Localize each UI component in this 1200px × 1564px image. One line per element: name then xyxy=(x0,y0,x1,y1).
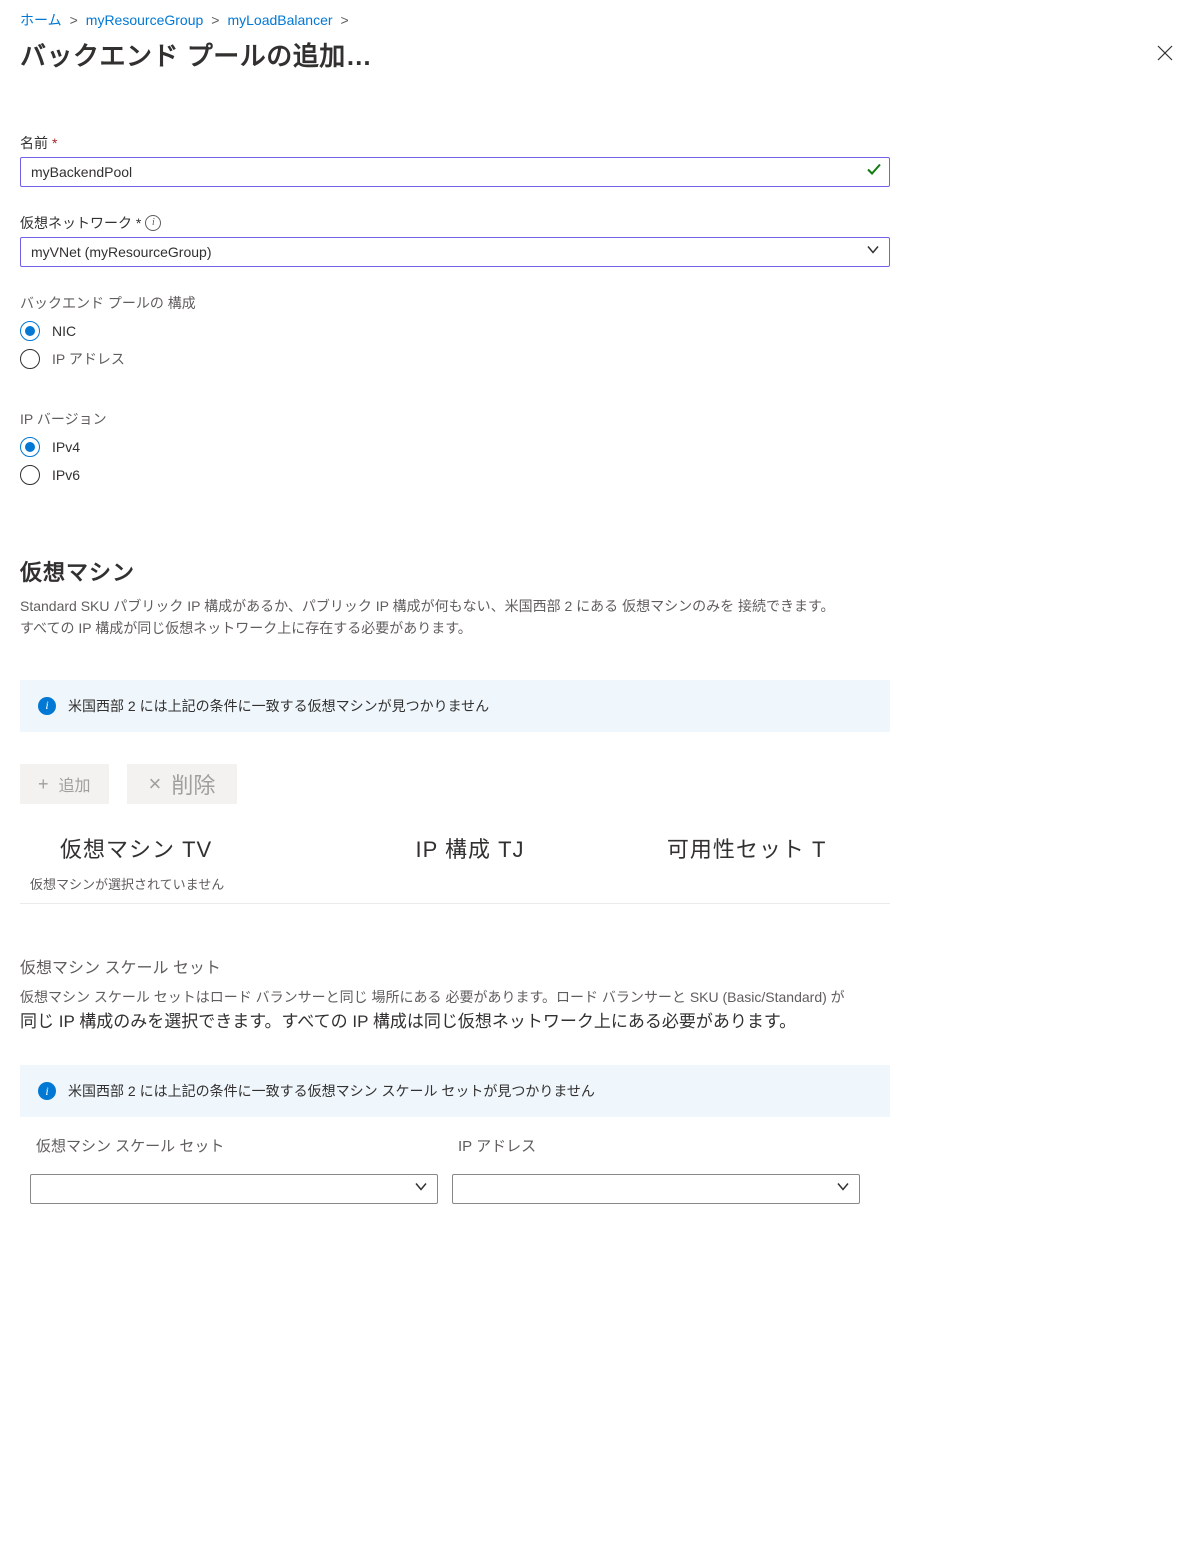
vmss-info-banner: i 米国西部 2 には上記の条件に一致する仮想マシン スケール セットが見つかり… xyxy=(20,1065,890,1117)
vm-banner-text: 米国西部 2 には上記の条件に一致する仮想マシンが見つかりません xyxy=(68,696,489,716)
column-availability-set[interactable]: 可用性セット T xyxy=(613,828,890,868)
vmss-ip-select[interactable] xyxy=(452,1174,860,1204)
delete-vm-label: 削除 xyxy=(171,768,215,800)
radio-icon xyxy=(20,349,40,369)
vmss-desc-line1: 仮想マシン スケール セットはロード バランサーと同じ 場所にある 必要がありま… xyxy=(20,989,845,1005)
radio-ipv4-label: IPv4 xyxy=(52,439,80,455)
column-ip-config[interactable]: IP 構成 TJ xyxy=(337,828,614,868)
add-vm-label: 追加 xyxy=(59,772,91,796)
breadcrumb-resource-group[interactable]: myResourceGroup xyxy=(86,12,204,28)
add-vm-button[interactable]: + 追加 xyxy=(20,764,109,804)
radio-icon xyxy=(20,465,40,485)
vmss-ip-column-label: IP アドレス xyxy=(452,1125,860,1170)
ip-version-label: IP バージョン xyxy=(20,409,890,429)
radio-nic[interactable]: NIC xyxy=(20,321,890,341)
breadcrumb-sep: > xyxy=(211,12,219,28)
required-asterisk: * xyxy=(52,135,57,151)
vm-info-banner: i 米国西部 2 には上記の条件に一致する仮想マシンが見つかりません xyxy=(20,680,890,732)
plus-icon: + xyxy=(38,775,49,793)
pool-config-label: バックエンド プールの 構成 xyxy=(20,293,890,313)
vmss-desc: 仮想マシン スケール セットはロード バランサーと同じ 場所にある 必要がありま… xyxy=(20,986,890,1036)
vmss-desc-line2: 同じ IP 構成のみを選択できます。すべての IP 構成は同じ仮想ネットワーク上… xyxy=(20,1012,796,1031)
vnet-label-text: 仮想ネットワーク * xyxy=(20,213,141,233)
name-input[interactable] xyxy=(20,157,890,187)
breadcrumb-load-balancer[interactable]: myLoadBalancer xyxy=(227,12,332,28)
vmss-column-label: 仮想マシン スケール セット xyxy=(30,1125,438,1170)
page-title: バックエンド プールの追加… xyxy=(20,36,372,73)
column-vm[interactable]: 仮想マシン TV xyxy=(20,828,337,868)
close-button[interactable] xyxy=(1150,38,1180,72)
breadcrumb-sep: > xyxy=(341,12,349,28)
validation-check-icon xyxy=(866,162,882,183)
vm-desc-line2: すべての IP 構成が同じ仮想ネットワーク上に存在する必要があります。 xyxy=(20,620,472,636)
radio-ipv6[interactable]: IPv6 xyxy=(20,465,890,485)
vm-section-title: 仮想マシン xyxy=(20,555,890,587)
radio-ipv6-label: IPv6 xyxy=(52,467,80,483)
info-icon: i xyxy=(38,1082,56,1100)
name-label-text: 名前 xyxy=(20,133,48,153)
vmss-banner-text: 米国西部 2 には上記の条件に一致する仮想マシン スケール セットが見つかりませ… xyxy=(68,1081,595,1101)
radio-ip-address-label: IP アドレス xyxy=(52,349,125,369)
radio-ip-address[interactable]: IP アドレス xyxy=(20,349,890,369)
breadcrumb-sep: > xyxy=(70,12,78,28)
vmss-section-title: 仮想マシン スケール セット xyxy=(20,954,890,978)
radio-icon xyxy=(20,321,40,341)
vm-desc: Standard SKU パブリック IP 構成があるか、パブリック IP 構成… xyxy=(20,595,890,640)
radio-nic-label: NIC xyxy=(52,323,76,339)
vm-desc-line1: Standard SKU パブリック IP 構成があるか、パブリック IP 構成… xyxy=(20,598,835,614)
info-icon: i xyxy=(38,697,56,715)
vnet-label: 仮想ネットワーク * i xyxy=(20,213,890,233)
name-label: 名前 * xyxy=(20,133,890,153)
breadcrumb-home[interactable]: ホーム xyxy=(20,10,62,30)
x-icon: × xyxy=(149,773,162,795)
vmss-select[interactable] xyxy=(30,1174,438,1204)
radio-ipv4[interactable]: IPv4 xyxy=(20,437,890,457)
vm-table-empty: 仮想マシンが選択されていません xyxy=(20,868,890,904)
close-icon xyxy=(1156,45,1174,67)
delete-vm-button[interactable]: × 削除 xyxy=(127,764,238,804)
vnet-select-value: myVNet (myResourceGroup) xyxy=(31,244,212,260)
vnet-select[interactable]: myVNet (myResourceGroup) xyxy=(20,237,890,267)
vm-table-header: 仮想マシン TV IP 構成 TJ 可用性セット T xyxy=(20,828,890,868)
breadcrumb: ホーム > myResourceGroup > myLoadBalancer > xyxy=(20,10,1180,30)
radio-icon xyxy=(20,437,40,457)
info-icon[interactable]: i xyxy=(145,215,161,231)
